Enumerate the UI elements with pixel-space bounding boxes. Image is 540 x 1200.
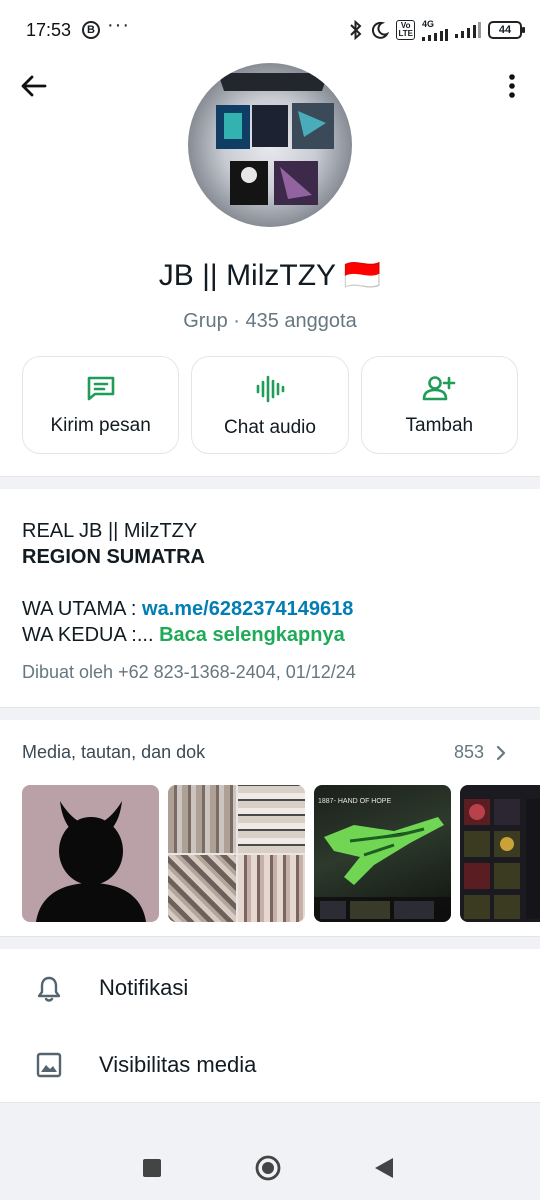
home-icon[interactable]: [255, 1155, 281, 1181]
group-subtitle: Grup · 435 anggota: [0, 310, 540, 333]
section-divider: [0, 477, 540, 489]
group-description: REAL JB || MilzTZY REGION SUMATRA WA UTA…: [22, 518, 522, 648]
media-count: 853: [453, 742, 484, 762]
audio-chat-label: Chat audio: [224, 417, 316, 438]
network-type: 4G: [422, 18, 435, 29]
status-bar: 17:53 B ··· Vo LTE 4G 44: [0, 0, 540, 60]
volte-bottom: LTE: [398, 29, 413, 38]
collage-tile: [168, 854, 236, 922]
system-navigation-bar: [0, 1135, 540, 1200]
section-divider: [0, 937, 540, 949]
desc-spacer: [22, 570, 522, 596]
add-member-label: Tambah: [405, 415, 474, 436]
recent-apps-icon[interactable]: [142, 1158, 162, 1178]
image-icon: [36, 1052, 62, 1078]
created-by: Dibuat oleh +62 823-1368-2404, 01/12/24: [22, 662, 356, 682]
desc-line-2: REGION SUMATRA: [22, 546, 205, 568]
notifications-setting[interactable]: Notifikasi: [0, 949, 540, 1025]
moon-icon: [372, 21, 390, 39]
back-button[interactable]: [18, 70, 50, 102]
audio-wave-icon: [256, 375, 285, 403]
group-separator: ·: [227, 310, 246, 332]
media-visibility-label: Visibilitas media: [99, 1052, 257, 1077]
battery-icon: 44: [488, 21, 525, 39]
wa-utama-prefix: WA UTAMA :: [22, 598, 143, 620]
desc-line-3: WA UTAMA : wa.me/6282374149618: [22, 596, 522, 622]
section-divider: [0, 1103, 540, 1135]
section-divider: [0, 708, 540, 720]
more-notifications-icon: ···: [107, 14, 130, 36]
add-person-icon: [423, 376, 456, 401]
desc-line-1: REAL JB || MilzTZY: [22, 520, 198, 542]
send-message-button[interactable]: Kirim pesan: [22, 356, 180, 454]
bell-icon: [37, 976, 61, 1002]
more-options-button[interactable]: [500, 70, 524, 102]
items-grid-image: [464, 799, 540, 919]
chevron-right-icon: [496, 745, 506, 760]
media-visibility-setting[interactable]: Visibilitas media: [0, 1026, 540, 1102]
media-thumbnail[interactable]: [22, 785, 159, 922]
wa-kedua-prefix: WA KEDUA :...: [22, 624, 160, 646]
group-avatar[interactable]: [188, 63, 352, 227]
collage-tile: [168, 785, 236, 853]
volte-icon: Vo LTE: [396, 20, 415, 40]
media-strip: 1887- HAND OF HOPE: [22, 785, 540, 923]
media-section-title[interactable]: Media, tautan, dan dok: [22, 742, 205, 763]
weapon-image: [314, 817, 451, 922]
devil-avatar-image: [36, 801, 146, 922]
action-buttons: Kirim pesan Chat audio Tambah: [22, 356, 518, 454]
group-member-count: 435 anggota: [245, 310, 357, 332]
send-message-label: Kirim pesan: [50, 415, 151, 436]
notification-b-icon: B: [82, 21, 100, 39]
audio-chat-button[interactable]: Chat audio: [191, 356, 349, 454]
add-member-button[interactable]: Tambah: [360, 356, 518, 454]
wa-utama-link[interactable]: wa.me/6282374149618: [142, 598, 353, 620]
avatar-artwork: [216, 73, 334, 205]
signal-icon-2: [455, 22, 481, 38]
collage-tile: [237, 785, 305, 853]
media-count-button[interactable]: 853: [454, 742, 506, 763]
back-nav-icon[interactable]: [374, 1157, 394, 1179]
arrow-left-icon: [21, 75, 47, 97]
signal-icon-1: [422, 28, 448, 41]
more-vertical-icon: [509, 74, 515, 98]
status-icons: Vo LTE 4G 44: [348, 18, 525, 42]
status-time: 17:53: [26, 20, 72, 40]
group-type: Grup: [183, 310, 228, 332]
read-more-link[interactable]: Baca selengkapnya: [159, 624, 345, 646]
media-thumbnail[interactable]: 1887- HAND OF HOPE: [314, 785, 451, 922]
media-thumbnail[interactable]: [460, 785, 540, 922]
collage-tile: [237, 854, 305, 922]
signal-4g: 4G: [422, 18, 448, 41]
bluetooth-icon: [350, 20, 362, 40]
desc-line-4: WA KEDUA :... Baca selengkapnya: [22, 622, 522, 648]
group-name: JB || MilzTZY 🇮🇩: [158, 259, 382, 292]
notifications-label: Notifikasi: [99, 975, 189, 1000]
media-thumbnail[interactable]: [168, 785, 305, 922]
message-icon: [87, 376, 114, 401]
